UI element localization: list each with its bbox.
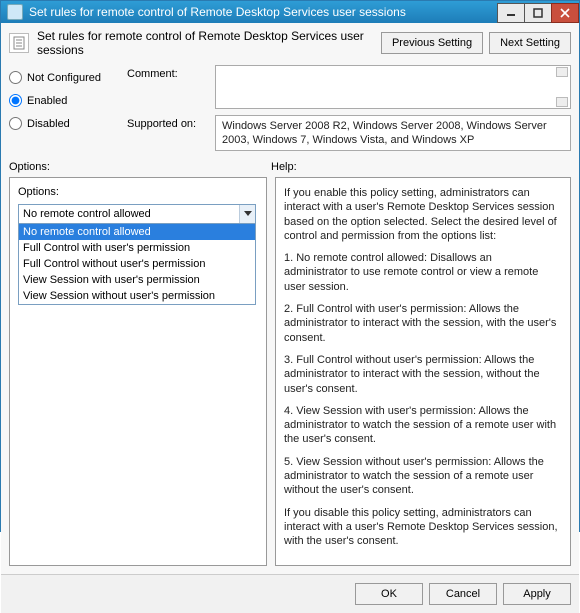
radio-enabled-input[interactable] — [9, 94, 22, 107]
apply-button[interactable]: Apply — [503, 583, 571, 605]
maximize-button[interactable] — [524, 3, 552, 23]
options-dropdown-item[interactable]: View Session without user's permission — [19, 288, 255, 304]
ok-button[interactable]: OK — [355, 583, 423, 605]
header-caption: Set rules for remote control of Remote D… — [37, 29, 373, 57]
help-heading: Help: — [271, 161, 297, 173]
radio-not-configured-input[interactable] — [9, 71, 22, 84]
policy-dialog: Set rules for remote control of Remote D… — [0, 0, 580, 532]
supported-textbox: Windows Server 2008 R2, Windows Server 2… — [215, 115, 571, 151]
help-paragraph: If you disable this policy setting, admi… — [284, 506, 558, 549]
state-radio-group: Not Configured Enabled Disabled — [9, 65, 127, 151]
dialog-footer: OK Cancel Apply — [1, 574, 579, 613]
policy-icon — [9, 33, 29, 53]
options-dropdown-item[interactable]: Full Control without user's permission — [19, 256, 255, 272]
help-panel: If you enable this policy setting, admin… — [275, 177, 571, 566]
radio-disabled-label: Disabled — [27, 118, 70, 130]
content-area: Set rules for remote control of Remote D… — [1, 23, 579, 574]
options-dropdown[interactable]: No remote control allowed — [18, 204, 256, 224]
options-dropdown-item[interactable]: Full Control with user's permission — [19, 240, 255, 256]
minimize-button[interactable] — [497, 3, 525, 23]
options-panel: Options: No remote control allowed No re… — [9, 177, 267, 566]
options-dropdown-list[interactable]: No remote control allowedFull Control wi… — [18, 224, 256, 305]
options-label: Options: — [18, 186, 258, 198]
radio-enabled-label: Enabled — [27, 95, 67, 107]
radio-not-configured[interactable]: Not Configured — [9, 71, 127, 84]
comment-label: Comment: — [127, 65, 209, 80]
options-dropdown-value: No remote control allowed — [23, 208, 151, 220]
help-text[interactable]: If you enable this policy setting, admin… — [284, 186, 562, 557]
comment-scrollbar[interactable] — [556, 67, 568, 107]
next-setting-button[interactable]: Next Setting — [489, 32, 571, 54]
scroll-up-icon[interactable] — [556, 67, 568, 77]
help-paragraph: 3. Full Control without user's permissio… — [284, 353, 558, 396]
chevron-down-icon[interactable] — [239, 205, 255, 223]
radio-disabled-input[interactable] — [9, 117, 22, 130]
previous-setting-button[interactable]: Previous Setting — [381, 32, 483, 54]
help-paragraph: 4. View Session with user's permission: … — [284, 404, 558, 447]
options-dropdown-item[interactable]: No remote control allowed — [19, 224, 255, 240]
window-title: Set rules for remote control of Remote D… — [29, 5, 498, 19]
comment-textbox[interactable] — [215, 65, 571, 109]
supported-label: Supported on: — [127, 115, 209, 130]
radio-not-configured-label: Not Configured — [27, 72, 101, 84]
cancel-button[interactable]: Cancel — [429, 583, 497, 605]
app-icon — [7, 4, 23, 20]
help-paragraph: 5. View Session without user's permissio… — [284, 455, 558, 498]
scroll-down-icon[interactable] — [556, 97, 568, 107]
help-paragraph: If you enable this policy setting, admin… — [284, 186, 558, 243]
supported-value: Windows Server 2008 R2, Windows Server 2… — [222, 120, 547, 146]
options-dropdown-item[interactable]: View Session with user's permission — [19, 272, 255, 288]
radio-disabled[interactable]: Disabled — [9, 117, 127, 130]
help-paragraph: 1. No remote control allowed: Disallows … — [284, 251, 558, 294]
options-heading: Options: — [9, 161, 271, 173]
help-paragraph: 2. Full Control with user's permission: … — [284, 302, 558, 345]
radio-enabled[interactable]: Enabled — [9, 94, 127, 107]
close-button[interactable] — [551, 3, 579, 23]
titlebar[interactable]: Set rules for remote control of Remote D… — [1, 1, 579, 23]
